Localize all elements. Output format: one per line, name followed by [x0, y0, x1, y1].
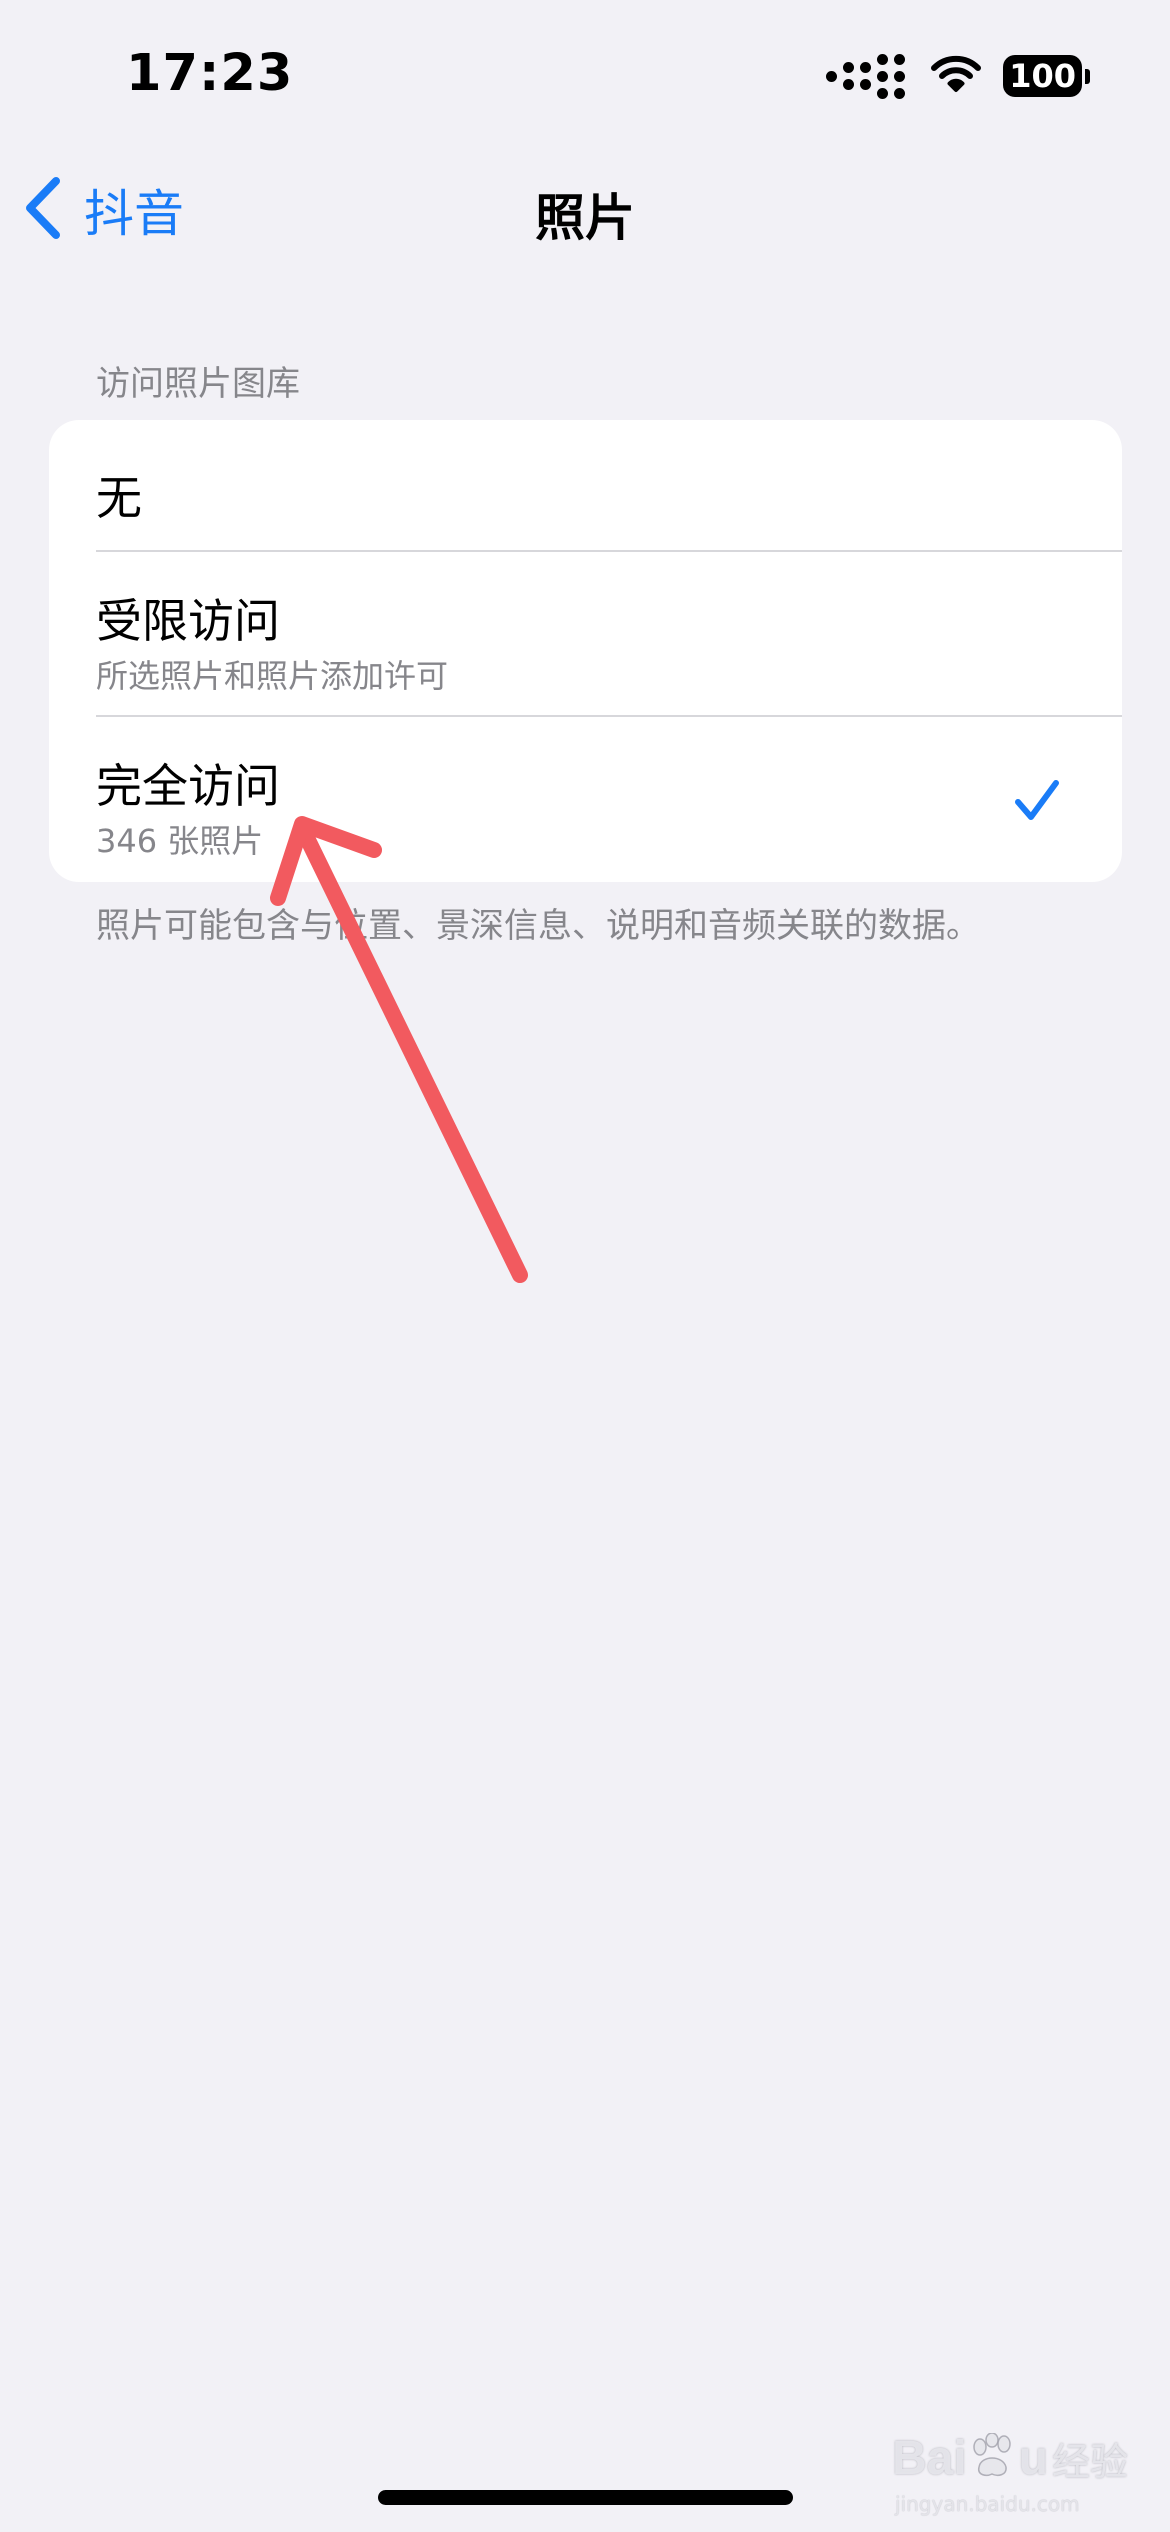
status-icons: 100	[826, 50, 1090, 102]
page-title: 照片	[535, 189, 635, 247]
option-full-access[interactable]: 完全访问 346 张照片	[49, 716, 1122, 882]
paw-icon	[971, 2431, 1015, 2484]
watermark-url: jingyan.baidu.com	[895, 2492, 1080, 2516]
watermark-logo-left: Bai	[892, 2431, 967, 2485]
wifi-icon	[931, 55, 982, 97]
checkmark-icon	[1014, 778, 1060, 826]
status-bar: 17:23 100	[0, 0, 1170, 150]
option-title: 无	[96, 471, 142, 525]
option-subtitle: 所选照片和照片添加许可	[96, 657, 449, 695]
battery-icon: 100	[1003, 55, 1090, 97]
status-time: 17:23	[126, 44, 294, 103]
signal-icon	[826, 53, 906, 99]
watermark: Bai u 经验	[892, 2418, 1128, 2498]
battery-level: 100	[1003, 55, 1082, 97]
option-title: 受限访问	[96, 594, 280, 648]
option-subtitle: 346 张照片	[96, 822, 264, 860]
section-header: 访问照片图库	[96, 364, 300, 404]
navigation-bar: 抖音 照片	[0, 150, 1170, 270]
home-indicator	[378, 2490, 793, 2505]
watermark-logo-right: u	[1018, 2431, 1049, 2485]
section-footer: 照片可能包含与位置、景深信息、说明和音频关联的数据。	[96, 906, 980, 946]
option-limited-access[interactable]: 受限访问 所选照片和照片添加许可	[49, 551, 1122, 715]
option-title: 完全访问	[96, 759, 280, 813]
option-none[interactable]: 无	[49, 420, 1122, 550]
photo-access-options: 无 受限访问 所选照片和照片添加许可 完全访问 346 张照片	[49, 420, 1122, 882]
watermark-text: 经验	[1052, 2441, 1129, 2484]
